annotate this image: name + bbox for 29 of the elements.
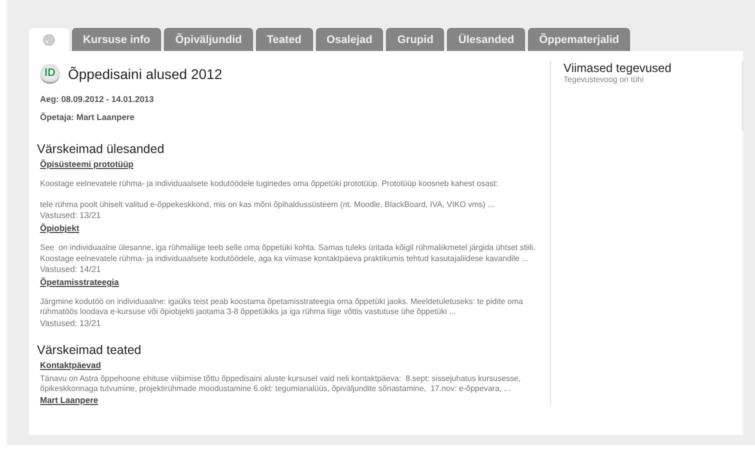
- task-answers: Vastused: 13/21: [40, 210, 102, 220]
- task-answers: Vastused: 14/21: [40, 264, 102, 274]
- tab[interactable]: Õppematerjalid: [528, 28, 630, 51]
- tab[interactable]: Ülesanded: [447, 28, 526, 51]
- course-period: Aeg: 08.09.2012 - 14.01.2013: [40, 94, 155, 104]
- task-link[interactable]: Õpiobjekt: [40, 223, 80, 234]
- feed-icon: [43, 34, 55, 46]
- tab[interactable]: Õpiväljundid: [164, 28, 253, 51]
- tab[interactable]: [29, 28, 69, 51]
- section-heading: Värskeimad ülesanded: [37, 142, 166, 156]
- author-link[interactable]: Mart Laanpere: [40, 394, 98, 405]
- tab[interactable]: Kursuse info: [72, 28, 162, 51]
- tab[interactable]: Grupid: [386, 28, 444, 51]
- task-description: Järgmine kodutöö on individuaalne: igaüks teist peab koostama õpetamisstrateegia oma õppetüki jaoks. Meeldetuletuseks: te pidite oma rühmatöös loodava e-kursuse või õpiobjekti jaotama 3-8 õppetükiks ja iga rühma liige võttis vastutuse ühe õppetüki ...: [40, 296, 524, 318]
- news-text: Tänavu on Astra õppehoone ehituse viibimise tõttu õppedisaini aluste kursusel vaid neli kontaktpäeva: 8.sept: sissejuhatus kursusesse, õpikeskkonnaga tutvumine, projektirühmade moodustamine 6.okt: tegumianalüüs, õpiväljundite sõnastamine, 17.nov: e-õppevara, ...: [40, 374, 522, 395]
- tab[interactable]: Teated: [256, 28, 312, 51]
- course-teacher: Õpetaja: Mart Laanpere: [40, 112, 136, 122]
- tab[interactable]: Osalejad: [316, 28, 384, 51]
- task-description: Koostage eelnevatele rühma- ja individuaalsete kodutöödele tuginedes oma õppetüki prototüüp. Prototüüp koosneb kahest osast: tele rühma poolt ühiselt valitud e-õppekeskkond, mis on kas mõni õpihaldussüsteem (nt. Moodle, BlackBoard, IVA, VIKO vms) ...: [40, 179, 500, 210]
- task-answers: Vastused: 13/21: [40, 318, 102, 328]
- course-title: Õppedisaini alused 2012: [68, 66, 222, 82]
- activity-heading: Viimased tegevused: [564, 61, 672, 75]
- task-link[interactable]: Õpisüsteemi prototüüp: [40, 159, 134, 169]
- task-description: See on individuaalne ülesanne, iga rühmaliige teeb selle oma õppetüki kohta. Samas tuleks üritada kõigil rühmaliikmetel järgida ühtset stiili. Koostage eelnevatele rühma- ja individuaalsete kodutöödele, aga ka viimase kontaktpäeva praktikumis tehtud kasutajaliidese kavandile ...: [40, 243, 536, 264]
- news-link[interactable]: Kontaktpäevad: [40, 360, 101, 370]
- section-heading: Värskeimad teated: [37, 342, 142, 357]
- course-logo: ID: [40, 64, 60, 84]
- activity-empty-text: Tegevustevoog on tühi: [564, 75, 645, 84]
- task-link[interactable]: Õpetamisstrateegia: [40, 276, 119, 287]
